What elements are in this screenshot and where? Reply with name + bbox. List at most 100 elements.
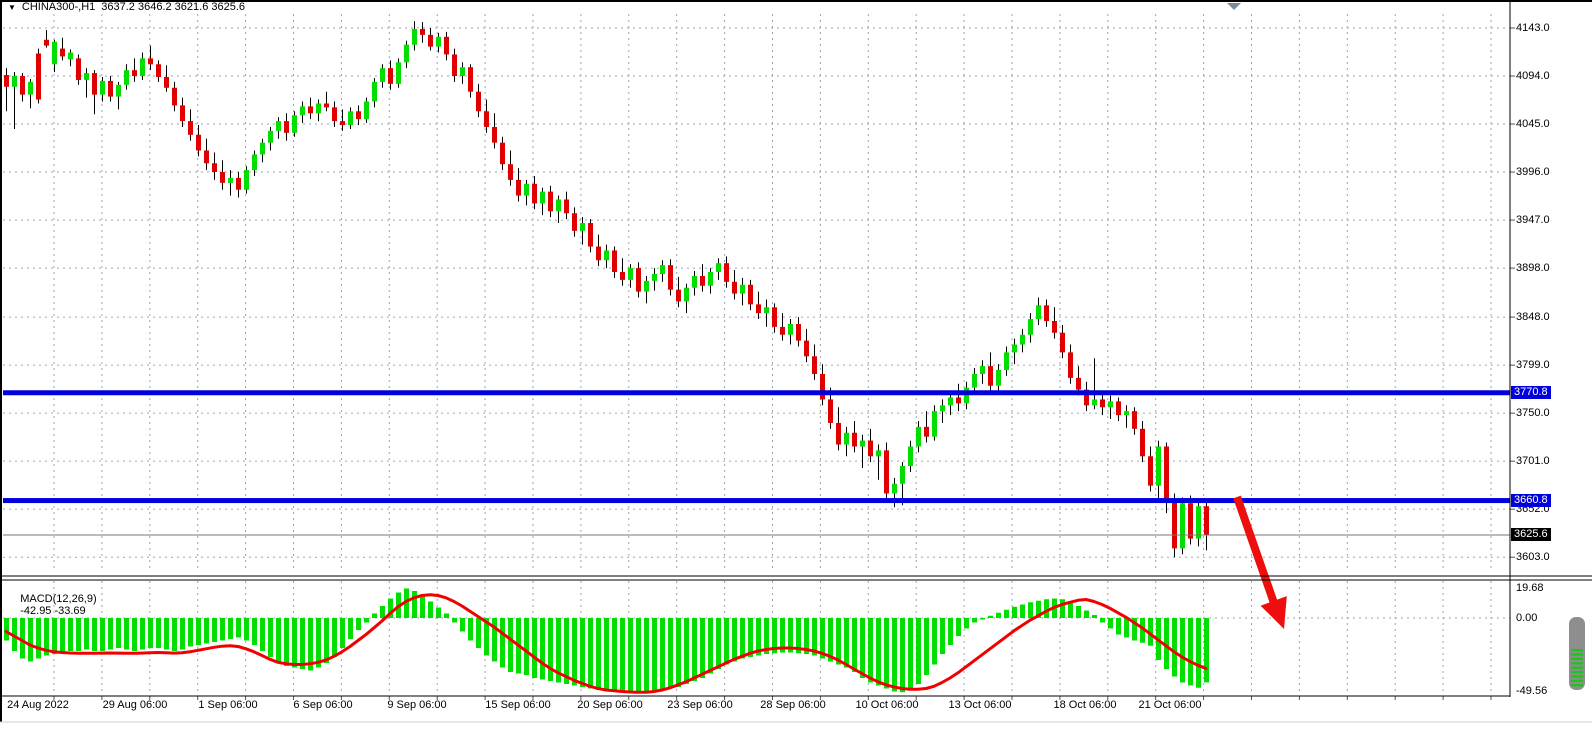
- current-price-badge: 3625.6: [1511, 528, 1551, 541]
- bullish-candle: [764, 307, 769, 313]
- macd-histogram-bar: [1012, 607, 1017, 618]
- chart-canvas[interactable]: [0, 0, 1592, 730]
- macd-histogram-bar: [164, 618, 169, 650]
- macd-histogram-bar: [1172, 618, 1177, 677]
- macd-histogram-bar: [1204, 618, 1209, 682]
- bullish-candle: [372, 82, 377, 102]
- time-axis-label: 23 Sep 06:00: [667, 699, 732, 711]
- macd-histogram-bar: [1020, 605, 1025, 619]
- macd-histogram-bar: [964, 618, 969, 629]
- scroll-thumb-stripe: [1571, 649, 1583, 651]
- bearish-candle: [924, 427, 929, 437]
- macd-histogram-bar: [636, 618, 641, 692]
- bullish-candle: [892, 484, 897, 494]
- macd-histogram-bar: [260, 618, 265, 651]
- macd-histogram-bar: [708, 618, 713, 674]
- macd-histogram-bar: [108, 618, 113, 650]
- bullish-candle: [964, 388, 969, 404]
- time-axis-label: 21 Oct 06:00: [1139, 699, 1202, 711]
- window-left-border: [0, 0, 2, 722]
- arrow-head: [1261, 596, 1287, 629]
- support-resistance-lines[interactable]: [3, 390, 1510, 535]
- macd-histogram-bar: [468, 618, 473, 641]
- bearish-candle: [1044, 305, 1049, 321]
- macd-histogram-bar: [988, 616, 993, 618]
- down-arrow-annotation[interactable]: [1237, 497, 1287, 629]
- macd-histogram-bar: [972, 618, 977, 623]
- macd-histogram-bar: [340, 618, 345, 648]
- bearish-candle: [804, 341, 809, 357]
- bullish-candle: [12, 76, 17, 87]
- macd-histogram-bar: [1100, 618, 1105, 623]
- macd-histogram-bar: [1116, 618, 1121, 635]
- bullish-candle: [1004, 352, 1009, 370]
- scroll-thumb[interactable]: [1569, 617, 1585, 690]
- bearish-candle: [564, 200, 569, 214]
- time-axis-label: 29 Aug 06:00: [103, 699, 168, 711]
- price-axis-label: 3701.0: [1516, 455, 1550, 467]
- bearish-candle: [1052, 321, 1057, 333]
- bullish-candle: [244, 170, 249, 190]
- bearish-candle: [676, 290, 681, 302]
- bullish-candle: [404, 45, 409, 63]
- macd-histogram-bar: [700, 618, 705, 678]
- time-axis-label: 15 Sep 06:00: [485, 699, 550, 711]
- symbol-timeframe-label: CHINA300-,H1: [22, 1, 95, 13]
- macd-histogram-bar: [836, 618, 841, 665]
- bullish-candle: [980, 366, 985, 374]
- bullish-candle: [140, 58, 145, 76]
- bullish-candle: [580, 223, 585, 231]
- macd-histogram-bar: [196, 618, 201, 645]
- bearish-candle: [420, 29, 425, 35]
- macd-histogram-bar: [300, 618, 305, 669]
- bearish-candle: [308, 106, 313, 113]
- scroll-thumb-stripe: [1571, 680, 1583, 682]
- macd-histogram-bar: [332, 618, 337, 657]
- macd-histogram-bar: [1180, 618, 1185, 683]
- macd-histogram-bar: [1124, 618, 1129, 638]
- macd-histogram-bar: [412, 591, 417, 618]
- macd-histogram-bar: [428, 602, 433, 619]
- macd-histogram-bar: [228, 618, 233, 639]
- bearish-candle: [532, 184, 537, 204]
- time-axis-label: 1 Sep 06:00: [198, 699, 257, 711]
- macd-axis-label: 0.00: [1516, 612, 1537, 624]
- macd-histogram-bar: [364, 618, 369, 623]
- bullish-candle: [948, 397, 953, 405]
- bullish-candle: [1028, 319, 1033, 335]
- bullish-candle: [1180, 503, 1185, 548]
- bullish-candle: [68, 53, 73, 60]
- macd-histogram-bar: [692, 618, 697, 681]
- bearish-candle: [44, 40, 49, 46]
- bearish-candle: [1164, 446, 1169, 499]
- latest-bar-marker-icon: [1227, 3, 1241, 10]
- macd-histogram-bar: [844, 618, 849, 668]
- symbol-dropdown-icon[interactable]: ▼: [8, 2, 16, 13]
- macd-histogram-bar: [644, 618, 649, 692]
- mt4-chart-window: ▼ CHINA300-,H1 3637.2 3646.2 3621.6 3625…: [0, 0, 1592, 730]
- macd-histogram-bar: [956, 618, 961, 636]
- bearish-candle: [836, 423, 841, 445]
- bearish-candle: [36, 53, 41, 99]
- bearish-candle: [60, 49, 65, 57]
- bearish-candle: [180, 105, 185, 121]
- bullish-candle: [740, 285, 745, 294]
- bullish-candle: [916, 427, 921, 447]
- level-price-badge: 3660.8: [1511, 494, 1551, 507]
- macd-histogram-bar: [548, 618, 553, 681]
- macd-histogram-bar: [532, 618, 537, 678]
- macd-histogram-bar: [852, 618, 857, 672]
- macd-histogram-bar: [268, 618, 273, 657]
- bearish-candle: [748, 285, 753, 305]
- bullish-candle: [708, 272, 713, 286]
- macd-histogram-bar: [1092, 615, 1097, 618]
- bearish-candle: [620, 272, 625, 280]
- macd-name: MACD(12,26,9): [20, 593, 96, 605]
- macd-values: -42.95 -33.69: [20, 605, 85, 617]
- candlestick-series: [4, 21, 1209, 557]
- price-axis-label: 3947.0: [1516, 214, 1550, 226]
- time-axis-label: 18 Oct 06:00: [1054, 699, 1117, 711]
- bullish-candle: [644, 281, 649, 292]
- macd-histogram-bar: [1004, 610, 1009, 618]
- bullish-candle: [364, 102, 369, 120]
